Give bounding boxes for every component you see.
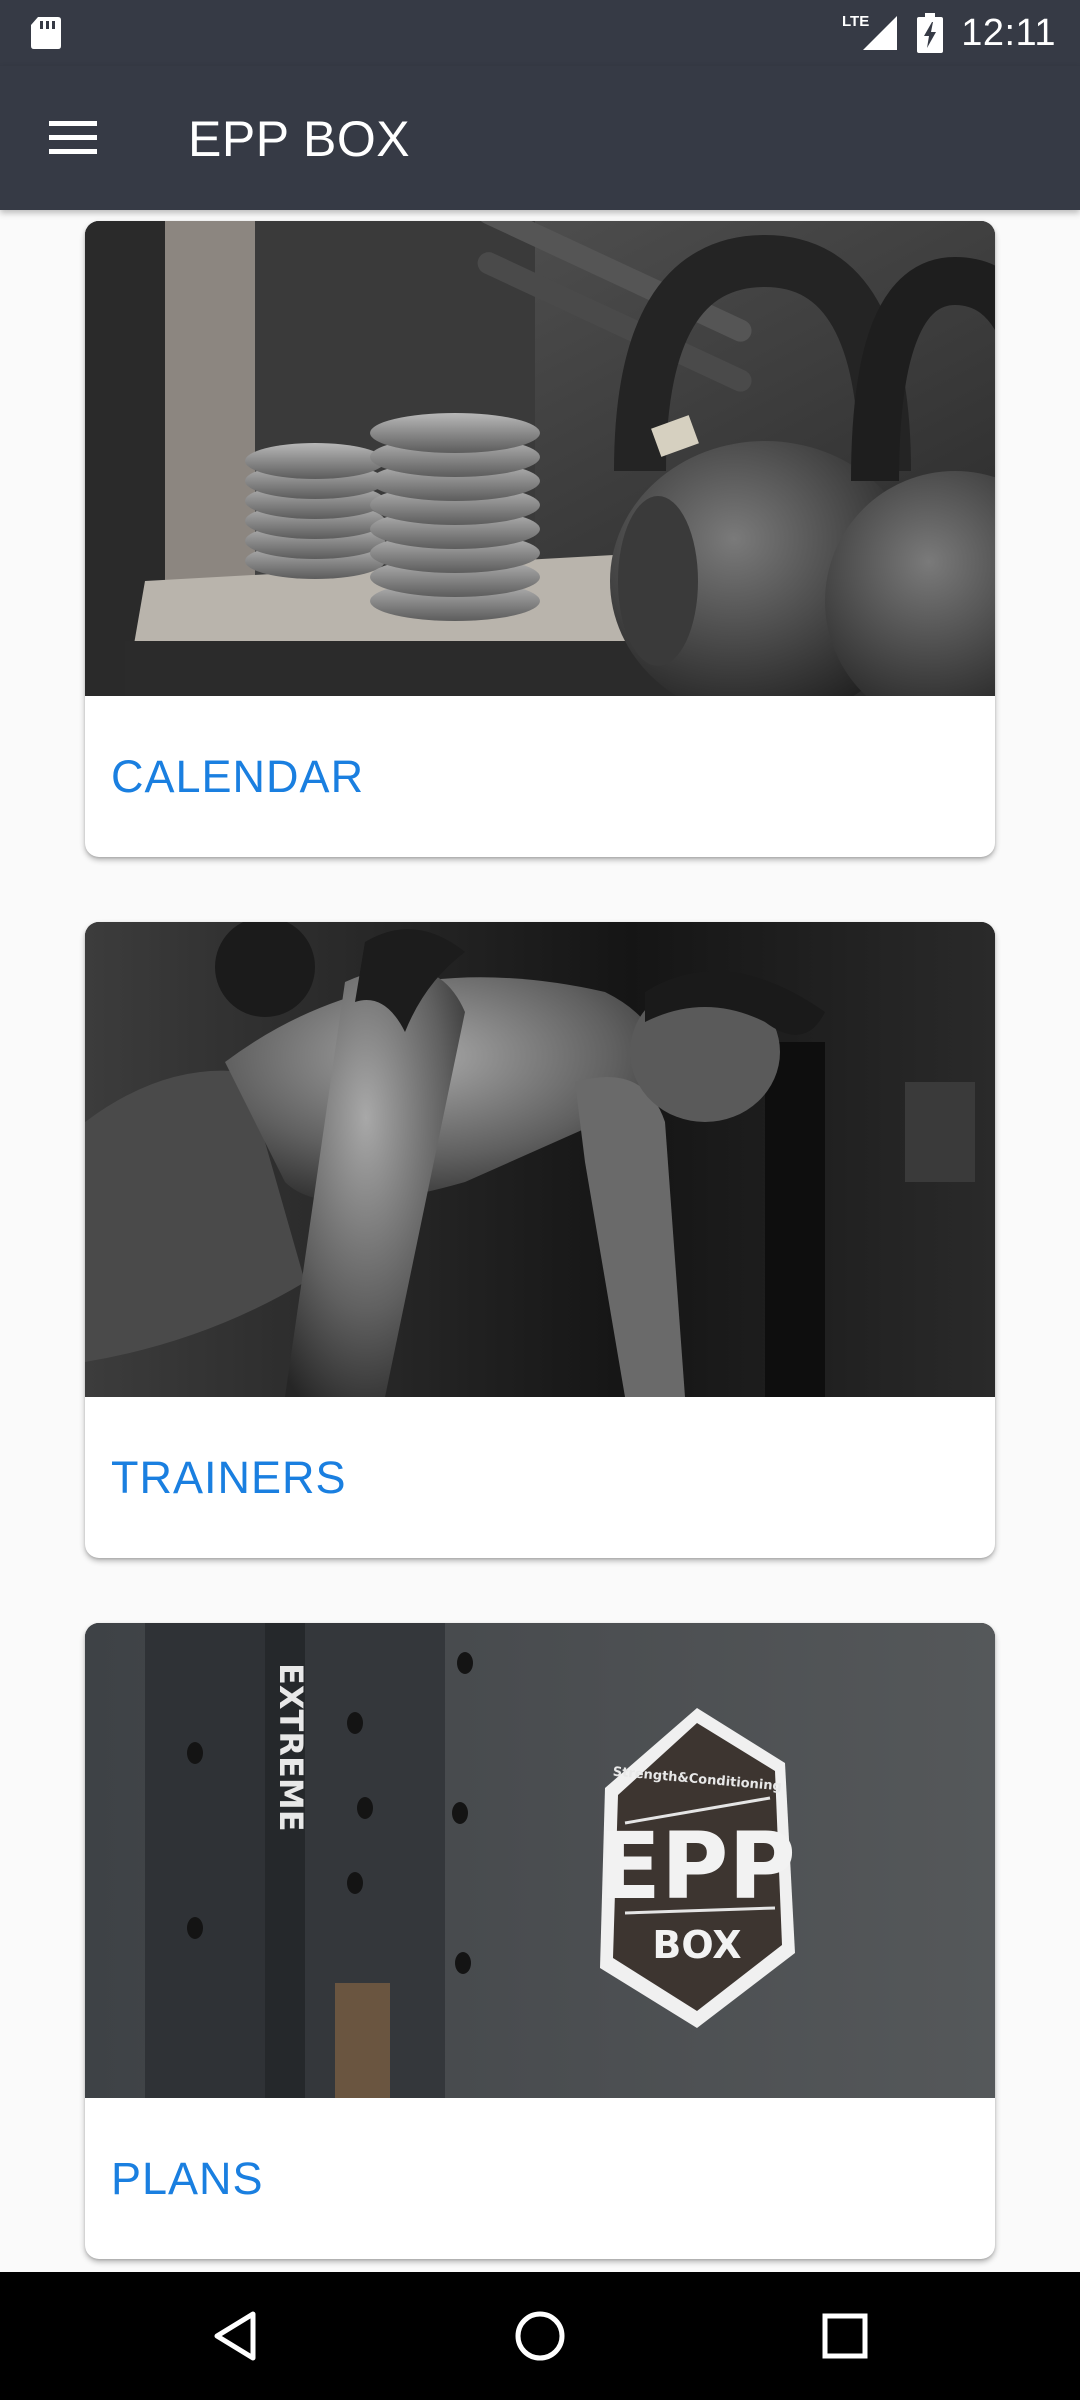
plans-label: PLANS — [111, 2153, 264, 2204]
recents-icon — [822, 2313, 868, 2359]
epp-box-wall-photo: EXTREME Strength&Conditioning EPP BOX — [85, 1623, 995, 2098]
back-button[interactable] — [190, 2296, 280, 2376]
kettlebells-photo — [85, 221, 995, 696]
trainers-card[interactable]: TRAINERS — [85, 922, 995, 1558]
home-button[interactable] — [495, 2296, 585, 2376]
navigation-bar — [0, 2272, 1080, 2400]
svg-text:EXTREME: EXTREME — [272, 1663, 310, 1832]
battery-charging-icon — [917, 13, 944, 53]
clock: 12:11 — [961, 11, 1056, 54]
status-bar: LTE 12:11 — [0, 0, 1080, 66]
plans-logo-bottom: BOX — [652, 1923, 741, 1967]
kettlebells-photo-graphic — [85, 221, 995, 696]
sd-card-icon — [31, 17, 61, 49]
hamburger-menu-icon — [49, 121, 97, 154]
card-list[interactable]: CALENDAR TRAINERS EXTREME Strength&Condi… — [0, 210, 1080, 2272]
app-bar: EPP BOX — [0, 66, 1080, 210]
screen: LTE 12:11 EPP BOX CALENDAR TRAINERS EXTR… — [0, 0, 1080, 2400]
athlete-training-photo — [85, 922, 995, 1397]
trainers-label: TRAINERS — [111, 1452, 347, 1503]
network-type-label: LTE — [842, 12, 870, 30]
back-icon — [214, 2311, 256, 2361]
plans-card[interactable]: EXTREME Strength&Conditioning EPP BOX PL… — [85, 1623, 995, 2259]
home-icon — [515, 2311, 565, 2361]
menu-button[interactable] — [30, 106, 116, 170]
calendar-label: CALENDAR — [111, 751, 365, 802]
app-title: EPP BOX — [188, 111, 411, 167]
plans-logo-main: EPP — [598, 1813, 796, 1920]
recents-button[interactable] — [800, 2296, 890, 2376]
athlete-training-photo-graphic — [85, 922, 995, 1397]
calendar-card[interactable]: CALENDAR — [85, 221, 995, 857]
epp-box-wall-photo-graphic: EXTREME Strength&Conditioning EPP BOX — [85, 1623, 995, 2098]
status-icons: LTE 12:11 — [842, 0, 1056, 66]
